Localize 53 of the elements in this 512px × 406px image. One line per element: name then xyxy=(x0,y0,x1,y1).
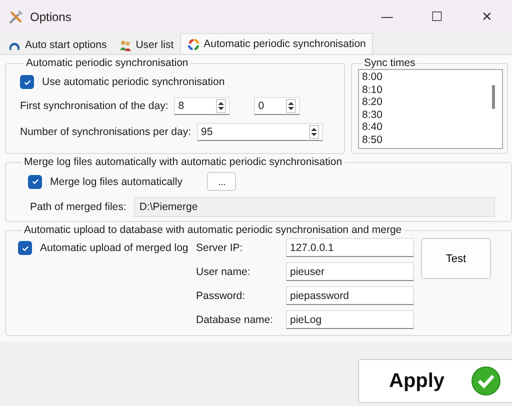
group-title: Automatic upload to database with automatic periodic synchronisation and merge xyxy=(23,224,403,236)
minimize-button[interactable]: — xyxy=(362,0,412,34)
minute-spinner[interactable]: 0 xyxy=(254,97,300,115)
group-title: Automatic periodic synchronisation xyxy=(25,57,190,69)
apply-button[interactable]: Apply xyxy=(358,359,512,403)
text-field[interactable]: piepassword xyxy=(286,286,414,305)
checkbox[interactable] xyxy=(18,241,32,255)
checkmark-icon xyxy=(30,177,40,186)
field-label: Database name: xyxy=(196,314,274,326)
maximize-button[interactable]: ☐ xyxy=(412,0,462,34)
checkbox-label: Merge log files automatically xyxy=(50,176,182,188)
test-button[interactable]: Test xyxy=(421,238,491,279)
window-title: Options xyxy=(30,10,72,24)
field-label: Number of synchronisations per day: xyxy=(20,126,191,138)
hour-spinner[interactable]: 8 xyxy=(174,97,230,115)
text-field[interactable]: pieLog xyxy=(286,310,414,329)
text-field[interactable]: pieuser xyxy=(286,262,414,281)
count-spinner[interactable]: 95 xyxy=(197,123,323,141)
checkbox[interactable] xyxy=(28,174,42,188)
sync-icon xyxy=(186,38,200,50)
tab[interactable]: User list xyxy=(112,36,180,54)
field-label: Path of merged files: xyxy=(30,201,126,213)
checkbox-label: Use automatic periodic synchronisation xyxy=(42,76,225,88)
text-field[interactable]: 127.0.0.1 xyxy=(286,238,414,257)
list-item[interactable]: 8:00 xyxy=(362,71,492,84)
list-item[interactable]: 8:30 xyxy=(362,108,492,121)
field-label: First synchronisation of the day: xyxy=(20,100,168,112)
tools-icon xyxy=(8,9,24,25)
checkbox-label: Automatic upload of merged log xyxy=(40,242,188,254)
list-item[interactable]: 8:50 xyxy=(362,134,492,146)
checkmark-icon xyxy=(20,244,30,252)
list-item[interactable]: 8:40 xyxy=(362,121,492,134)
browse-button[interactable]: ... xyxy=(207,172,236,191)
field-label: Password: xyxy=(196,290,246,302)
group-title: Merge log files automatically with automatic periodic synchronisation xyxy=(23,156,344,168)
list-item[interactable]: 8:20 xyxy=(362,96,492,108)
users-icon xyxy=(118,38,132,52)
checkmark-icon xyxy=(471,366,501,396)
close-button[interactable]: ✕ xyxy=(462,0,512,34)
sync-times-list[interactable]: 8:00 8:10 8:20 8:30 8:40 8:50 xyxy=(358,69,503,149)
spin-arrows-icon[interactable] xyxy=(309,125,319,139)
path-field[interactable]: D:\Piemerge xyxy=(134,197,495,217)
field-label: Server IP: xyxy=(196,242,244,254)
checkmark-icon xyxy=(22,78,32,86)
field-label: User name: xyxy=(196,266,252,278)
scrollbar-thumb[interactable] xyxy=(492,85,495,109)
spin-arrows-icon[interactable] xyxy=(216,99,226,113)
tab[interactable]: Automatic periodic synchronisation xyxy=(180,33,373,54)
group-title: Sync times xyxy=(363,57,416,69)
spin-arrows-icon[interactable] xyxy=(286,99,296,113)
list-item[interactable]: 8:10 xyxy=(362,84,492,96)
checkbox[interactable] xyxy=(20,75,34,89)
tab[interactable]: Auto start options xyxy=(2,36,113,54)
